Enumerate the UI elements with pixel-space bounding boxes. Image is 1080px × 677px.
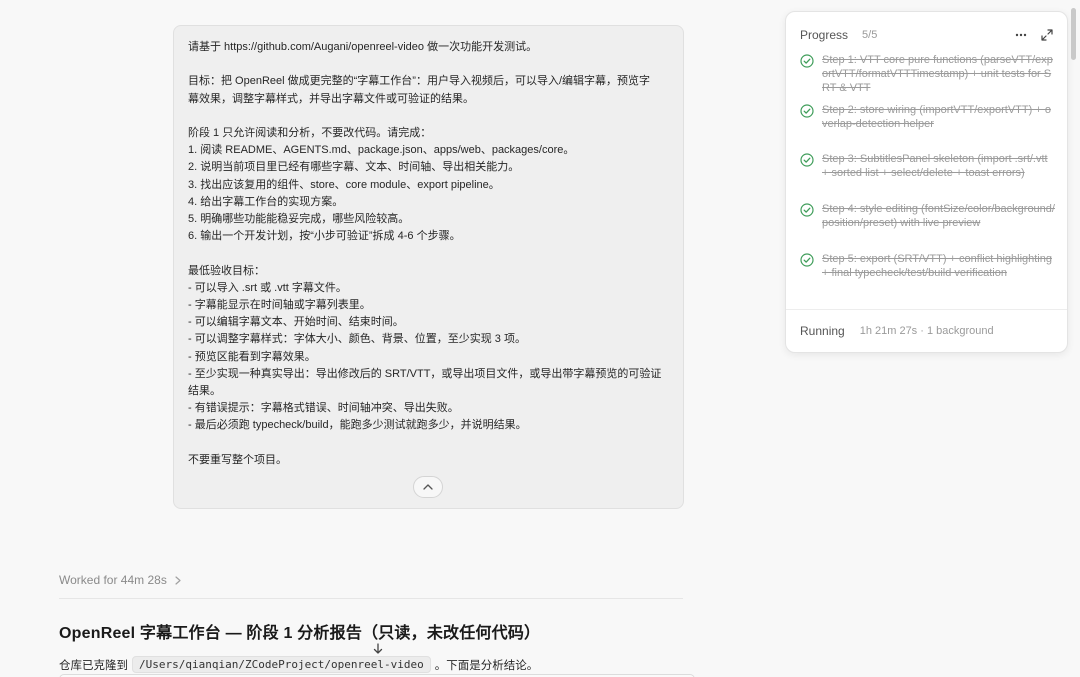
check-circle-icon xyxy=(800,104,814,118)
progress-count: 5/5 xyxy=(862,29,878,41)
chevron-right-icon xyxy=(175,575,181,585)
progress-step-label: Step 5: export (SRT/VTT) + conflict high… xyxy=(822,253,1052,280)
report-intro-after: 。下面是分析结论。 xyxy=(434,659,539,672)
message-line: 3. 找出应该复用的组件、store、core module、export pi… xyxy=(188,178,500,191)
message-line: - 可以调整字幕样式：字体大小、颜色、背景、位置，至少实现 3 项。 xyxy=(188,333,526,346)
progress-status: Running xyxy=(800,324,845,338)
progress-step: Step 1: VTT core pure functions (parseVT… xyxy=(800,53,1055,96)
message-line: - 预览区能看到字幕效果。 xyxy=(188,350,316,363)
user-message-text: 请基于 https://github.com/Augani/openreel-v… xyxy=(188,39,669,469)
check-circle-icon xyxy=(800,203,814,217)
message-line: 结果。 xyxy=(188,385,221,398)
progress-step: Step 4: style editing (fontSize/color/ba… xyxy=(800,202,1055,230)
worked-for-label: Worked for 44m 28s xyxy=(59,573,167,587)
message-line: 请基于 https://github.com/Augani/openreel-v… xyxy=(188,41,538,53)
report-title: OpenReel 字幕工作台 — 阶段 1 分析报告（只读，未改任何代码） xyxy=(59,625,541,642)
message-line: 5. 明确哪些功能能稳妥完成，哪些风险较高。 xyxy=(188,213,410,225)
message-line: 目标：把 OpenReel 做成更完整的“字幕工作台”：用户导入视频后，可以导入… xyxy=(188,75,651,88)
repo-path-code: /Users/qianqian/ZCodeProject/openreel-vi… xyxy=(132,656,431,673)
check-circle-icon xyxy=(800,153,814,167)
more-icon[interactable] xyxy=(1015,33,1027,37)
message-line xyxy=(188,435,669,452)
message-line xyxy=(188,56,669,73)
message-line: 幕效果，调整字幕样式，并导出字幕文件或可验证的结果。 xyxy=(188,92,474,105)
progress-panel: Progress 5/5 Step 1: VTT core pure funct… xyxy=(785,11,1068,353)
message-line: 4. 给出字幕工作台的实现方案。 xyxy=(188,195,344,208)
progress-step-label: Step 3: SubtitlesPanel skeleton (import … xyxy=(822,153,1048,180)
divider xyxy=(59,598,683,599)
progress-header: Progress 5/5 xyxy=(800,27,1053,43)
chevron-up-icon xyxy=(423,484,433,490)
message-line: 1. 阅读 README、AGENTS.md、package.json、apps… xyxy=(188,144,575,157)
progress-elapsed-time: 1h 21m 27s · 1 background xyxy=(859,325,994,337)
message-line xyxy=(188,245,669,262)
report-intro: 仓库已克隆到 /Users/qianqian/ZCodeProject/open… xyxy=(59,656,538,673)
message-line: - 有错误提示：字幕格式错误、时间轴冲突、导出失败。 xyxy=(188,402,459,415)
message-line: 不要重写整个项目。 xyxy=(188,453,287,466)
progress-step: Step 5: export (SRT/VTT) + conflict high… xyxy=(800,252,1055,280)
message-line: - 可以导入 .srt 或 .vtt 字幕文件。 xyxy=(188,281,347,294)
progress-step: Step 3: SubtitlesPanel skeleton (import … xyxy=(800,152,1055,180)
progress-step-label: Step 1: VTT core pure functions (parseVT… xyxy=(822,54,1053,95)
arrow-down-icon xyxy=(373,643,383,654)
message-line: - 字幕能显示在时间轴或字幕列表里。 xyxy=(188,299,371,311)
progress-title: Progress xyxy=(800,28,849,42)
scrollbar-thumb[interactable] xyxy=(1071,8,1076,60)
progress-step: Step 2: store wiring (importVTT/exportVT… xyxy=(800,103,1055,131)
divider xyxy=(786,309,1067,310)
message-line: - 最后必须跑 typecheck/build，能跑多少测试就跑多少，并说明结果… xyxy=(188,419,527,432)
report-intro-before: 仓库已克隆到 xyxy=(59,659,128,672)
message-line: 2. 说明当前项目里已经有哪些字幕、文本、时间轴、导出相关能力。 xyxy=(188,161,520,174)
progress-footer: Running 1h 21m 27s · 1 background xyxy=(800,324,994,338)
user-message-bubble: 请基于 https://github.com/Augani/openreel-v… xyxy=(173,25,684,509)
check-circle-icon xyxy=(800,253,814,267)
expand-icon[interactable] xyxy=(1041,29,1053,41)
message-line xyxy=(188,108,669,125)
worked-for-toggle[interactable]: Worked for 44m 28s xyxy=(59,573,181,587)
message-line: - 至少实现一种真实导出：导出修改后的 SRT/VTT，或导出项目文件，或导出带… xyxy=(188,367,662,380)
message-line: - 可以编辑字幕文本、开始时间、结束时间。 xyxy=(188,316,404,329)
progress-step-label: Step 4: style editing (fontSize/color/ba… xyxy=(822,203,1055,230)
collapse-message-button[interactable] xyxy=(413,476,443,498)
message-line: 最低验收目标： xyxy=(188,264,265,277)
app-root: 请基于 https://github.com/Augani/openreel-v… xyxy=(0,0,1080,677)
check-circle-icon xyxy=(800,54,814,68)
message-line: 阶段 1 只允许阅读和分析，不要改代码。请完成： xyxy=(188,126,432,139)
progress-actions xyxy=(1015,29,1053,41)
message-line: 6. 输出一个开发计划，按“小步可验证”拆成 4-6 个步骤。 xyxy=(188,230,461,243)
scroll-to-bottom-button[interactable] xyxy=(369,641,387,657)
progress-step-label: Step 2: store wiring (importVTT/exportVT… xyxy=(822,104,1051,131)
